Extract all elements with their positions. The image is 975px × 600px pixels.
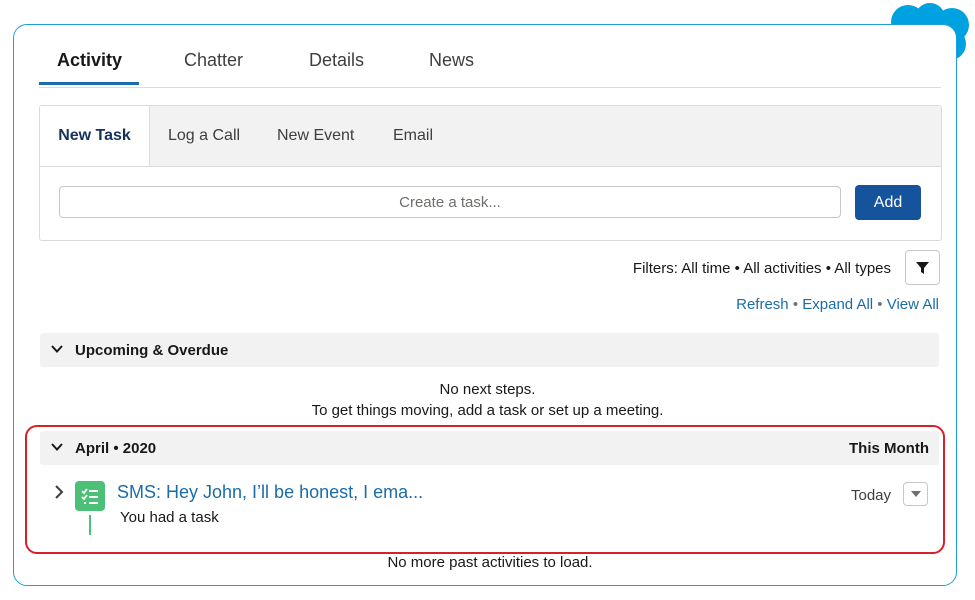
link-separator: • [788, 296, 803, 313]
month-group-header[interactable]: April • 2020 This Month [40, 431, 939, 465]
publisher-tab-email[interactable]: Email [393, 127, 433, 145]
upcoming-overdue-header[interactable]: Upcoming & Overdue [40, 333, 939, 367]
task-icon [75, 481, 105, 511]
filters-summary: Filters: All time • All activities • All… [632, 260, 891, 277]
activity-links: Refresh • Expand All • View All [736, 296, 939, 313]
link-separator: • [873, 296, 887, 313]
refresh-link[interactable]: Refresh [736, 296, 789, 313]
publisher-tab-new-task[interactable]: New Task [40, 106, 150, 166]
publisher-tab-new-event[interactable]: New Event [277, 127, 354, 145]
chevron-down-icon [51, 345, 63, 353]
publisher-tab-log-a-call[interactable]: Log a Call [168, 127, 240, 145]
activity-item-date: Today [851, 487, 892, 504]
filter-icon [916, 262, 929, 274]
activity-item-menu-button[interactable] [903, 482, 928, 506]
record-tabs: Activity Chatter Details News [39, 42, 941, 88]
month-group-title: April • 2020 [75, 440, 157, 457]
chevron-down-icon [51, 443, 63, 451]
tab-chatter[interactable]: Chatter [184, 50, 243, 71]
publisher-tabbar: New Task Log a Call New Event Email [40, 106, 941, 167]
no-more-activities-message: No more past activities to load. [387, 554, 593, 571]
section-title: Upcoming & Overdue [75, 342, 229, 359]
chevron-right-icon[interactable] [52, 484, 66, 500]
view-all-link[interactable]: View All [887, 296, 939, 313]
timeline-line [89, 515, 91, 535]
tab-details[interactable]: Details [309, 50, 364, 71]
activity-item-subtitle: You had a task [120, 509, 219, 526]
empty-line-1: No next steps. [439, 381, 536, 398]
dropdown-menu-icon [910, 491, 921, 497]
activity-publisher: New Task Log a Call New Event Email Add [39, 105, 942, 241]
create-task-input[interactable] [59, 186, 841, 218]
active-tab-indicator [39, 82, 139, 85]
tab-news[interactable]: News [429, 50, 474, 71]
expand-all-link[interactable]: Expand All [802, 296, 873, 313]
month-group-label: This Month [849, 440, 929, 457]
add-task-button[interactable]: Add [855, 185, 921, 220]
tab-activity[interactable]: Activity [57, 50, 122, 71]
filter-button[interactable] [905, 250, 940, 285]
empty-line-2: To get things moving, add a task or set … [311, 402, 664, 419]
activity-item-title[interactable]: SMS: Hey John, I’ll be honest, I ema... [117, 482, 423, 503]
no-next-steps-message: No next steps. To get things moving, add… [0, 379, 975, 421]
